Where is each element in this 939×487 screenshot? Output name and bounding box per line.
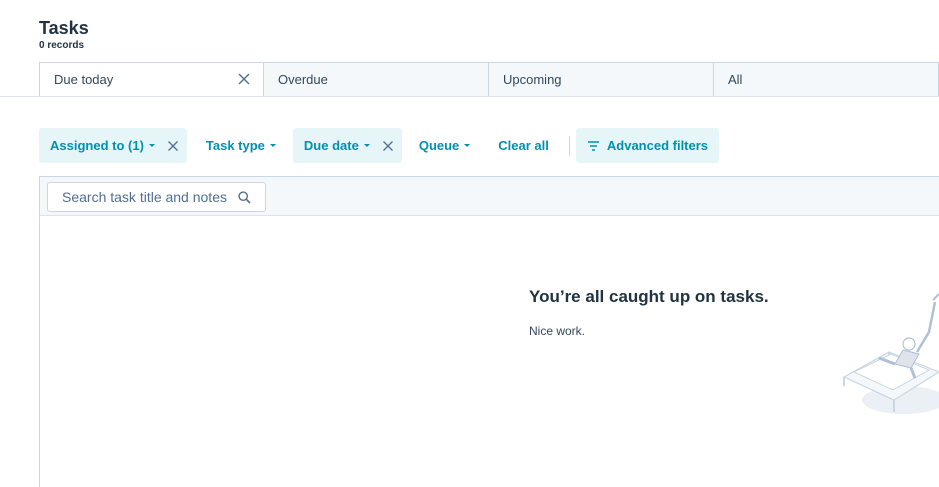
tab-label: Upcoming [503,72,562,87]
table-toolbar [40,177,939,216]
close-icon [382,140,393,151]
view-tabs: Due today Overdue Upcoming All [39,62,939,97]
clear-all-button[interactable]: Clear all [487,128,560,163]
caret-down-icon [363,144,370,147]
remove-assigned-filter-button[interactable] [159,128,187,163]
filter-divider [568,135,570,156]
tab-label: All [728,72,743,87]
caret-down-icon [148,144,155,147]
relaxing-person-illustration [842,293,939,414]
tab-upcoming[interactable]: Upcoming [489,62,714,97]
empty-state-title: You’re all caught up on tasks. [529,287,769,306]
advanced-filters-label: Advanced filters [606,138,709,153]
record-count: 0 records [39,40,85,51]
header-divider [0,96,939,97]
tab-overdue[interactable]: Overdue [264,62,489,97]
tab-all[interactable]: All [714,62,939,97]
page-title: Tasks [39,18,89,38]
remove-due-date-filter-button[interactable] [374,128,402,163]
due-date-label: Due date [303,138,359,153]
task-type-label: Task type [205,138,265,153]
search-box [47,182,266,212]
task-type-filter[interactable]: Task type [195,128,287,163]
assigned-to-filter[interactable]: Assigned to (1) [39,128,187,163]
tab-label: Due today [54,72,114,87]
caret-down-icon [269,144,276,147]
tab-label: Overdue [278,72,328,87]
queue-filter[interactable]: Queue [408,128,481,163]
close-icon[interactable] [237,72,251,86]
queue-label: Queue [418,138,460,153]
tab-due-today[interactable]: Due today [39,62,264,97]
caret-down-icon [464,144,471,147]
tasks-table-panel: You’re all caught up on tasks. Nice work… [39,176,939,487]
page-header: Tasks 0 records [39,18,89,51]
search-input[interactable] [62,189,234,205]
advanced-filters-button[interactable]: Advanced filters [575,128,720,163]
close-icon [167,140,178,151]
assigned-to-label: Assigned to (1) [50,138,144,153]
filter-lines-icon [587,140,599,151]
empty-state-text: Nice work. [529,324,586,338]
filter-bar: Assigned to (1) Task type Due date Queue… [39,128,720,163]
search-icon[interactable] [238,191,251,204]
due-date-filter[interactable]: Due date [292,128,402,163]
